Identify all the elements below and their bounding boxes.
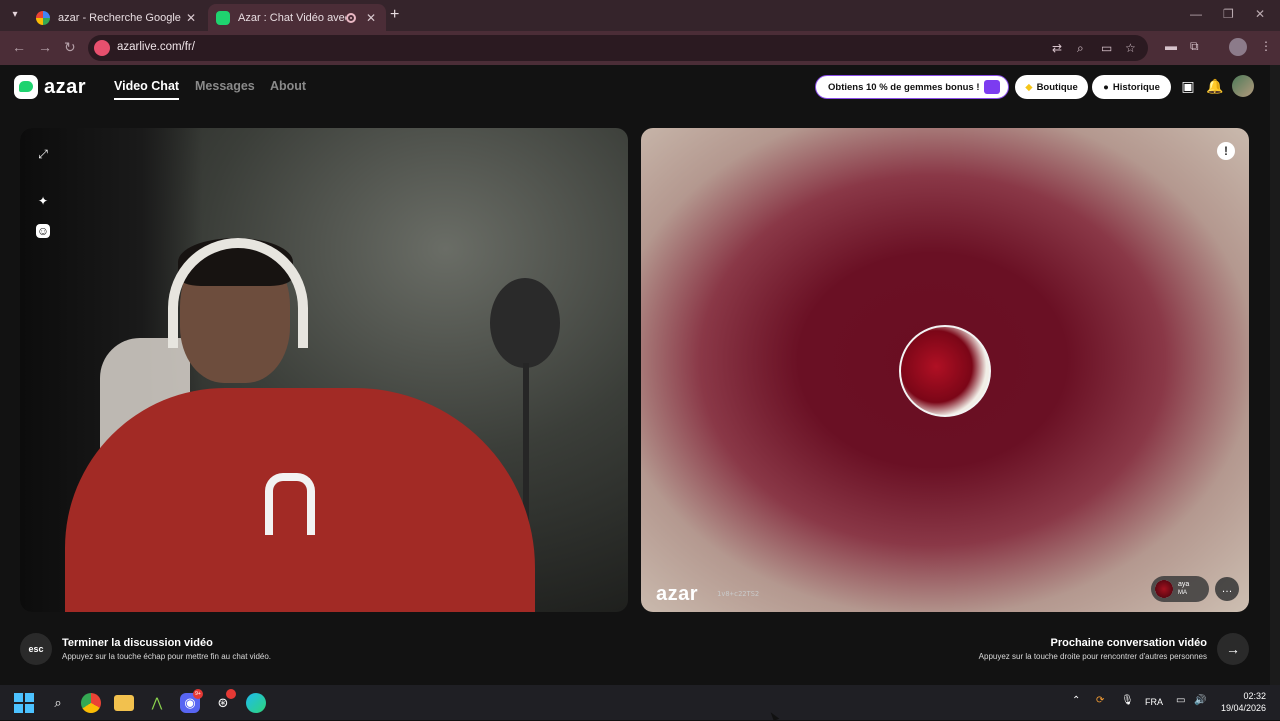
next-arrow-button[interactable]: → <box>1217 633 1249 665</box>
peer-info-badge[interactable]: aya MA <box>1151 576 1209 602</box>
magic-wand-icon[interactable]: ✦ <box>36 194 50 208</box>
volume-icon[interactable]: 🔊 <box>1194 695 1206 706</box>
nav-about[interactable]: About <box>270 79 306 93</box>
windows-start-icon[interactable] <box>14 693 34 713</box>
next-chat-title: Prochaine conversation vidéo <box>1050 637 1208 649</box>
tab-title: Azar : Chat Vidéo avec de n <box>238 11 346 24</box>
tab-strip: ▾ azar - Recherche Google ✕ Azar : Chat … <box>0 0 1280 31</box>
azar-tab-icon <box>216 10 230 25</box>
reload-button[interactable]: ↻ <box>64 39 76 56</box>
translate-icon[interactable]: ⇄ <box>1052 41 1062 55</box>
restore-button[interactable]: ❐ <box>1223 7 1234 21</box>
gems-promo-label: Obtiens 10 % de gemmes bonus ! <box>828 81 980 93</box>
profile-avatar[interactable] <box>1229 38 1247 56</box>
azar-page: azar Video Chat Messages About Obtiens 1… <box>0 65 1270 685</box>
next-chat-subtitle: Appuyez sur la touche droite pour rencon… <box>978 652 1207 661</box>
logo-text: azar <box>44 75 87 98</box>
new-tab-button[interactable]: + <box>390 6 399 24</box>
tab-google[interactable]: azar - Recherche Google ✕ <box>28 4 206 31</box>
network-icon[interactable]: ▭ <box>1176 695 1185 706</box>
steam-badge <box>226 689 236 699</box>
back-button[interactable]: ← <box>12 39 26 55</box>
extension-icon[interactable]: ▬ <box>1165 39 1177 53</box>
watermark-id: 1v8+c22TS2 <box>717 590 760 598</box>
azar-logo[interactable]: azar <box>14 75 86 99</box>
page-scrollbar[interactable] <box>1270 65 1280 685</box>
extensions-puzzle-icon[interactable]: ⧉ <box>1190 39 1199 54</box>
search-icon[interactable]: ⌕ <box>48 693 68 713</box>
background-fan <box>490 278 560 368</box>
tab-azar[interactable]: Azar : Chat Vidéo avec de n ✕ <box>208 4 386 31</box>
gift-icon <box>984 80 1000 94</box>
report-icon[interactable]: ! <box>1217 142 1235 160</box>
browser-toolbar: ← → ↻ azarlive.com/fr/ ⇄ ⌕ ▭ ☆ ▬ ⧉ ⋮ <box>0 31 1280 65</box>
azar-watermark: azar <box>656 583 699 605</box>
close-tab-icon[interactable]: ✕ <box>364 11 378 25</box>
peer-video-panel: ! azar 1v8+c22TS2 aya MA … <box>641 128 1249 612</box>
tray-app-icon[interactable]: ⟳ <box>1096 695 1104 706</box>
gem-icon: ◆ <box>1025 81 1033 93</box>
site-info-icon[interactable] <box>94 40 110 56</box>
forward-button[interactable]: → <box>38 39 52 55</box>
bell-icon[interactable]: 🔔 <box>1206 78 1223 94</box>
peer-country: MA <box>1178 590 1187 596</box>
peer-avatar <box>1155 580 1173 598</box>
azar-logo-mark-icon <box>14 75 38 99</box>
sweater-logo <box>265 473 315 535</box>
self-video-panel <box>20 128 628 612</box>
history-button[interactable]: ● Historique <box>1092 75 1171 99</box>
taskbar: ⌕ ⋀ ◉ 9+ ⊛ ⌃ ⟳ 🎙 FRA ▭ 🔊 02:32 19/04/202… <box>0 685 1280 720</box>
history-label: Historique <box>1112 81 1160 93</box>
nav-video-chat[interactable]: Video Chat <box>114 79 180 100</box>
shop-label: Boutique <box>1036 81 1078 93</box>
inbox-icon[interactable]: ▣ <box>1180 78 1196 94</box>
language-indicator[interactable]: FRA <box>1145 697 1163 707</box>
edge-icon[interactable] <box>246 693 266 713</box>
notification-badge: 9+ <box>193 689 203 699</box>
chat-bubble-icon[interactable]: … <box>1215 577 1239 601</box>
browser-menu-icon[interactable]: ⋮ <box>1260 39 1272 53</box>
chrome-icon[interactable] <box>81 693 101 713</box>
nav-messages[interactable]: Messages <box>195 79 255 93</box>
close-window-button[interactable]: ✕ <box>1255 7 1265 21</box>
bookmark-star-icon[interactable]: ☆ <box>1125 41 1136 55</box>
clock-date: 19/04/2026 <box>1220 703 1266 713</box>
expand-icon[interactable]: ⤢ <box>36 147 50 161</box>
google-icon <box>36 10 50 25</box>
face-filter-icon[interactable]: ☺ <box>36 224 50 238</box>
peer-name: aya <box>1178 581 1190 588</box>
minimize-button[interactable]: — <box>1190 7 1202 21</box>
gems-promo-button[interactable]: Obtiens 10 % de gemmes bonus ! <box>815 75 1009 99</box>
end-chat-title: Terminer la discussion vidéo <box>62 637 213 649</box>
esc-end-button[interactable]: esc <box>20 633 52 665</box>
tab-title: azar - Recherche Google <box>58 11 181 24</box>
url-text: azarlive.com/fr/ <box>117 41 195 53</box>
shop-button[interactable]: ◆ Boutique <box>1015 75 1088 99</box>
clock-time: 02:32 <box>1243 691 1266 701</box>
microphone-icon[interactable]: 🎙 <box>1121 695 1134 706</box>
tray-chevron-icon[interactable]: ⌃ <box>1072 695 1080 706</box>
cast-icon[interactable]: ▭ <box>1101 41 1112 55</box>
end-chat-subtitle: Appuyez sur la touche échap pour mettre … <box>62 652 272 661</box>
recording-icon <box>346 12 356 23</box>
close-tab-icon[interactable]: ✕ <box>184 11 198 25</box>
system-clock[interactable]: 02:32 19/04/2026 <box>1215 690 1266 714</box>
zoom-icon[interactable]: ⌕ <box>1077 41 1084 56</box>
file-explorer-icon[interactable] <box>114 695 134 711</box>
tab-search-icon[interactable]: ▾ <box>6 6 24 24</box>
user-avatar[interactable] <box>1232 75 1254 97</box>
clock-icon: ● <box>1103 81 1109 93</box>
address-bar[interactable]: azarlive.com/fr/ ⇄ ⌕ ▭ ☆ <box>88 35 1148 61</box>
peer-profile-picture <box>899 325 991 417</box>
app-icon[interactable]: ⋀ <box>147 693 167 713</box>
